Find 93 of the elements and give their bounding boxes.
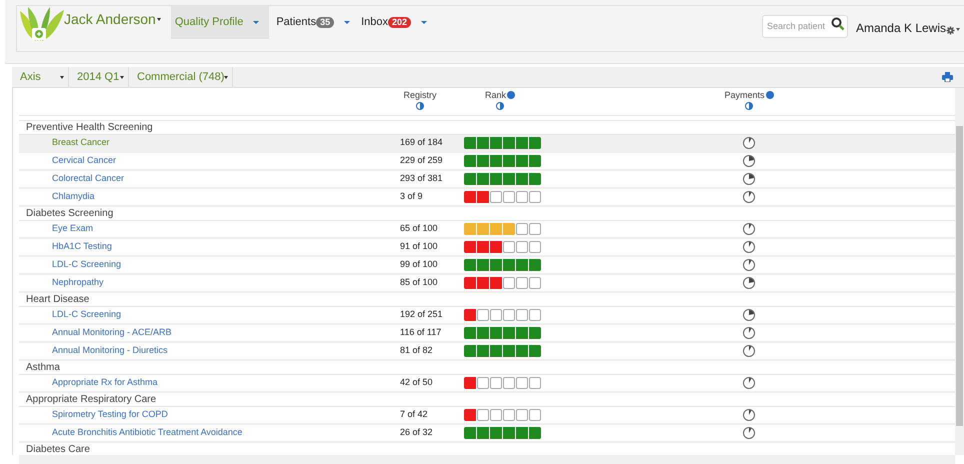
caret-icon (253, 21, 260, 24)
filter-dropdown[interactable]: 2014 Q1 (69, 67, 129, 87)
registry-count: 116 of 117 (399, 326, 442, 340)
caret-icon (156, 18, 161, 20)
nav-tab[interactable]: Inbox 202 (357, 6, 432, 39)
registry-count: 169 of 184 (399, 136, 444, 150)
payment-pie-icon (742, 326, 756, 340)
registry-count: 293 of 381 (399, 172, 444, 186)
measure-link[interactable]: Colorectal Cancer (19, 172, 380, 186)
caret-icon (60, 76, 64, 78)
help-icon[interactable] (507, 91, 515, 99)
caret-icon (224, 76, 228, 78)
measure-row[interactable]: LDL-C Screening 192 of 251 (19, 307, 955, 325)
user-name[interactable]: Amanda K Lewis (856, 19, 946, 37)
measure-row[interactable]: Nephropathy 85 of 100 (19, 275, 955, 293)
registry-count: 81 of 82 (399, 344, 434, 358)
logo-drawing (18, 7, 64, 43)
caret-icon (956, 28, 960, 30)
group-heading: Diabetes Screening (26, 207, 114, 221)
group-heading: Preventive Health Screening (26, 121, 153, 135)
caret-icon (344, 21, 350, 24)
registry-count: 229 of 259 (399, 154, 444, 168)
payment-pie-icon (742, 172, 756, 186)
search-field[interactable]: Search patient (762, 14, 848, 38)
measure-link[interactable]: Annual Monitoring - ACE/ARB (19, 326, 380, 340)
measure-row[interactable]: Cervical Cancer 229 of 259 (19, 153, 955, 171)
column-header[interactable]: Payments (724, 90, 765, 100)
measure-row[interactable]: Spirometry Testing for COPD 7 of 42 (19, 407, 955, 425)
measure-link[interactable]: Eye Exam (19, 222, 380, 236)
payment-pie-icon (742, 136, 756, 150)
registry-count: 65 of 100 (399, 222, 439, 236)
measure-row[interactable]: Acute Bronchitis Antibiotic Treatment Avoidance 26 of 32 (19, 425, 955, 443)
payment-pie-icon (742, 308, 756, 322)
payment-pie-icon (742, 426, 756, 440)
registry-count: 3 of 9 (399, 190, 424, 204)
filter-dropdown[interactable]: Commercial (748) (129, 67, 233, 87)
group-heading: Heart Disease (26, 293, 90, 307)
nav-tab[interactable]: Patients 35 (272, 6, 354, 39)
measure-link[interactable]: Acute Bronchitis Antibiotic Treatment Avoidance (19, 426, 380, 440)
measure-row[interactable]: Breast Cancer 169 of 184 (19, 135, 955, 153)
measure-link[interactable]: LDL-C Screening (19, 308, 380, 322)
measure-row[interactable]: Appropriate Rx for Asthma 42 of 50 (19, 375, 955, 393)
measure-row[interactable]: Annual Monitoring - Diuretics 81 of 82 (19, 343, 955, 361)
caret-icon (120, 76, 124, 78)
measure-link[interactable]: Cervical Cancer (19, 154, 380, 168)
registry-count: 26 of 32 (399, 426, 434, 440)
contrast-icon[interactable] (416, 102, 424, 110)
measure-link[interactable]: Nephropathy (19, 276, 380, 290)
search-icon (830, 17, 845, 31)
filter-dropdown[interactable]: Axis (12, 67, 69, 87)
registry-count: 7 of 42 (399, 408, 429, 422)
measure-row[interactable]: HbA1C Testing 91 of 100 (19, 239, 955, 257)
payment-pie-icon (742, 276, 756, 290)
payment-pie-icon (742, 190, 756, 204)
measure-link[interactable]: Annual Monitoring - Diuretics (19, 344, 380, 358)
help-icon[interactable] (766, 91, 774, 99)
measure-row[interactable]: LDL-C Screening 99 of 100 (19, 257, 955, 275)
column-header[interactable]: Rank (484, 90, 506, 100)
count-badge: 35 (316, 17, 334, 28)
measure-link[interactable]: Chlamydia (19, 190, 380, 204)
payment-pie-icon (742, 240, 756, 254)
practice-name[interactable]: Jack Anderson (64, 8, 156, 30)
payment-pie-icon (742, 154, 756, 168)
measure-row[interactable]: Annual Monitoring - ACE/ARB 116 of 117 (19, 325, 955, 343)
contrast-icon[interactable] (745, 102, 753, 110)
measure-row[interactable]: Eye Exam 65 of 100 (19, 221, 955, 239)
count-badge: 202 (388, 17, 412, 28)
registry-count: 42 of 50 (399, 376, 434, 390)
group-heading: Appropriate Respiratory Care (26, 393, 156, 407)
scrollbar[interactable] (955, 88, 964, 455)
measure-row[interactable]: Chlamydia 3 of 9 (19, 189, 955, 207)
payment-pie-icon (742, 344, 756, 358)
payment-pie-icon (742, 222, 756, 236)
registry-count: 99 of 100 (399, 258, 439, 272)
measure-link[interactable]: LDL-C Screening (19, 258, 380, 272)
column-header[interactable]: Registry (403, 90, 436, 100)
print-icon[interactable] (942, 72, 953, 82)
measure-row[interactable]: Colorectal Cancer 293 of 381 (19, 171, 955, 189)
measure-link[interactable]: Breast Cancer (19, 136, 380, 150)
registry-count: 192 of 251 (399, 308, 444, 322)
payment-pie-icon (742, 258, 756, 272)
measure-link[interactable]: Appropriate Rx for Asthma (19, 376, 380, 390)
contrast-icon[interactable] (496, 102, 504, 110)
registry-count: 85 of 100 (399, 276, 439, 290)
gear-icon (946, 26, 955, 34)
measure-link[interactable]: Spirometry Testing for COPD (19, 408, 380, 422)
group-heading: Asthma (26, 361, 60, 375)
caret-icon (421, 21, 428, 24)
registry-count: 91 of 100 (399, 240, 439, 254)
group-heading: Diabetes Care (26, 443, 90, 455)
payment-pie-icon (742, 376, 756, 390)
measure-link[interactable]: HbA1C Testing (19, 240, 380, 254)
payment-pie-icon (742, 408, 756, 422)
